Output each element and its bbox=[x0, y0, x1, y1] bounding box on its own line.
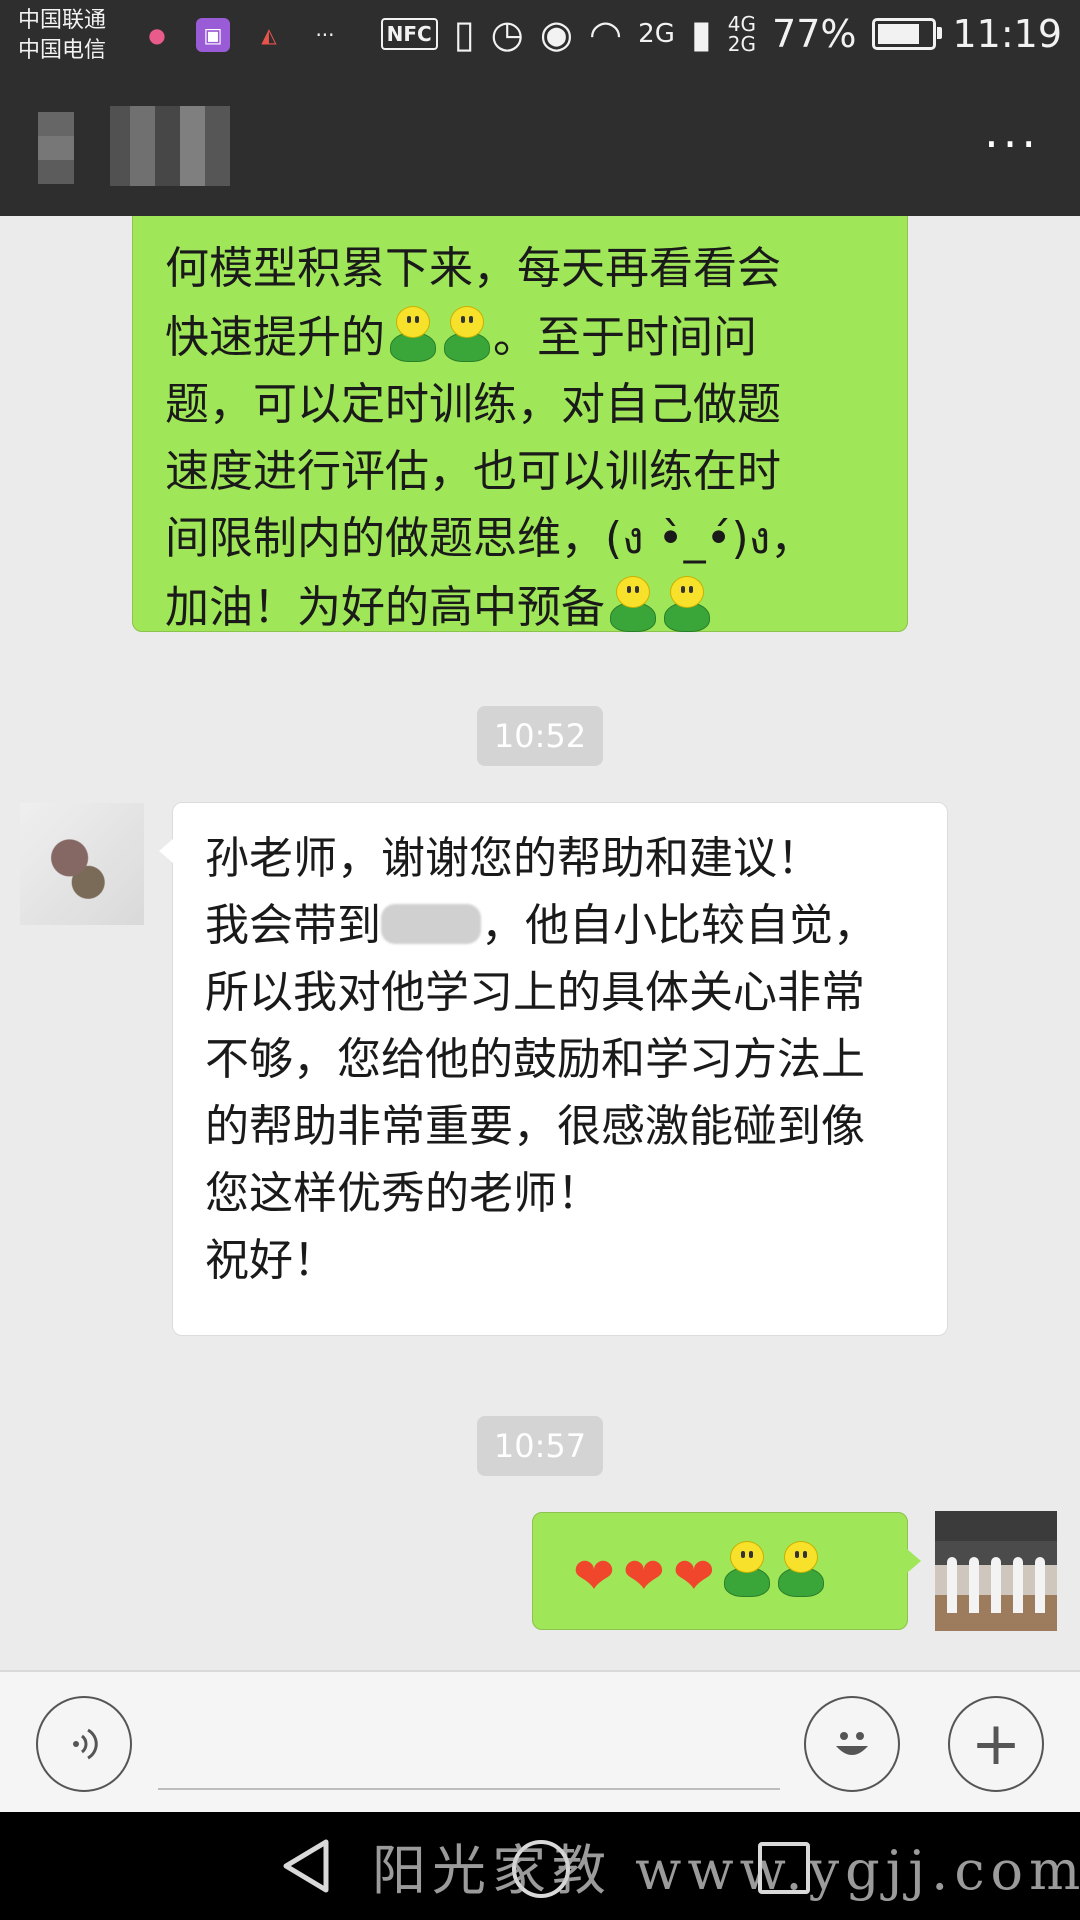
system-indicators: NFC ▯ ◷ ◉ ◠ 2G ▮ 4G 2G 77% 11:19 bbox=[380, 12, 1062, 56]
smiley-sticker-icon bbox=[607, 572, 657, 632]
carrier-2: 中国电信 bbox=[18, 38, 107, 63]
signal-2g-text: 2G bbox=[727, 32, 757, 56]
heart-emoji-icon: ❤ bbox=[622, 1547, 665, 1605]
input-bar: + bbox=[0, 1670, 1080, 1814]
message-line: 孙老师，谢谢您的帮助和建议！ bbox=[205, 833, 821, 884]
vibrate-icon: ▯ bbox=[453, 12, 475, 56]
message-line: 速度进行评估，也可以训练在时 bbox=[165, 446, 781, 497]
contact-avatar[interactable] bbox=[20, 803, 144, 925]
chat-title-bar: ··· bbox=[0, 76, 1080, 216]
battery-icon bbox=[872, 18, 943, 50]
alarm-icon: ◷ bbox=[490, 12, 524, 56]
message-list[interactable]: 何模型积累下来，每天再看看会 快速提升的 。至于时间问 题，可以定时训练，对自己做… bbox=[0, 216, 1080, 1670]
timestamp-chip: 10:52 bbox=[477, 706, 603, 766]
message-text: 快速提升的 bbox=[165, 312, 385, 363]
message-line: 您这样优秀的老师！ bbox=[205, 1168, 601, 1219]
battery-percent: 77% bbox=[772, 12, 857, 56]
message-line: 的帮助非常重要，很感激能碰到像 bbox=[205, 1101, 865, 1152]
system-nav-bar: 阳光家教 www.ygjj.com bbox=[0, 1812, 1080, 1920]
carrier-labels: 中国联通 中国电信 bbox=[18, 6, 106, 66]
message-text: 。至于时间问 bbox=[493, 312, 757, 363]
contact-name-blurred bbox=[110, 106, 230, 186]
smiley-sticker-icon bbox=[721, 1537, 771, 1597]
heart-emoji-icon: ❤ bbox=[672, 1547, 715, 1605]
signal-2g-label: 2G bbox=[638, 19, 675, 49]
signal-4g-label: 4G 2G bbox=[728, 14, 756, 54]
message-line: 加油！为好的高中预备 bbox=[165, 572, 877, 641]
app-notification-icon: ● bbox=[148, 23, 166, 47]
message-text: 加油！为好的高中预备 bbox=[165, 582, 605, 633]
voice-input-button[interactable] bbox=[36, 1696, 132, 1792]
message-line: 何模型积累下来，每天再看看会 bbox=[165, 243, 781, 294]
timestamp-chip: 10:57 bbox=[477, 1416, 603, 1476]
message-line: 所以我对他学习上的具体关心非常 bbox=[205, 967, 865, 1018]
more-notifications-icon: ··· bbox=[315, 23, 335, 47]
back-button[interactable] bbox=[38, 112, 74, 184]
smiley-sticker-icon bbox=[441, 302, 491, 362]
smiley-sticker-icon bbox=[775, 1537, 825, 1597]
my-avatar[interactable] bbox=[935, 1511, 1057, 1631]
eye-comfort-icon: ◉ bbox=[539, 12, 573, 56]
avatar-figure bbox=[1035, 1557, 1045, 1613]
message-line: 祝好！ bbox=[205, 1235, 337, 1286]
message-input[interactable] bbox=[158, 1788, 780, 1790]
status-bar: 中国联通 中国电信 ● ▣ ◭ ··· NFC ▯ ◷ ◉ ◠ 2G ▮ 4G … bbox=[0, 0, 1080, 76]
heart-emoji-icon: ❤ bbox=[573, 1547, 615, 1605]
signal-4g-text: 4G bbox=[727, 12, 757, 36]
emoji-icon bbox=[836, 1732, 868, 1755]
bank-notification-icon: ◭ bbox=[261, 23, 277, 47]
redacted-name bbox=[381, 904, 481, 944]
avatar-figure bbox=[969, 1557, 979, 1613]
avatar-figure bbox=[991, 1557, 1001, 1613]
message-text: 我会带到 bbox=[205, 900, 381, 951]
message-line: 间限制内的做题思维，(ง •̀_•́)ง， bbox=[165, 513, 815, 564]
carrier-1: 中国联通 bbox=[18, 8, 107, 33]
message-line: ❤ ❤ ❤ bbox=[569, 1537, 907, 1610]
message-line: 快速提升的 。至于时间问 bbox=[165, 302, 877, 371]
avatar-figure bbox=[947, 1557, 957, 1613]
smiley-sticker-icon bbox=[387, 302, 437, 362]
voice-icon bbox=[73, 1728, 98, 1760]
wifi-icon: ◠ bbox=[588, 12, 623, 56]
nav-back-icon[interactable] bbox=[280, 1838, 332, 1894]
outgoing-message-bubble[interactable]: ❤ ❤ ❤ bbox=[532, 1512, 921, 1630]
watermark-text: 阳光家教 www.ygjj.com bbox=[372, 1839, 1080, 1902]
avatar-figure bbox=[1013, 1557, 1023, 1613]
nfc-icon: NFC bbox=[380, 18, 438, 50]
incoming-message-bubble[interactable]: 孙老师，谢谢您的帮助和建议！ 我会带到 ，他自小比较自觉， 所以我对他学习上的具体… bbox=[159, 802, 948, 1336]
message-line: 题，可以定时训练，对自己做题 bbox=[165, 379, 781, 430]
notification-icons: ● ▣ ◭ ··· bbox=[140, 18, 342, 52]
signal-bars-icon: ▮ bbox=[690, 12, 712, 56]
clock: 11:19 bbox=[952, 12, 1062, 56]
more-options-button[interactable]: ··· bbox=[984, 121, 1040, 167]
more-functions-button[interactable]: + bbox=[948, 1696, 1044, 1792]
gallery-notification-icon: ▣ bbox=[196, 18, 230, 52]
message-line: 我会带到 ，他自小比较自觉， bbox=[205, 892, 927, 959]
battery-fill bbox=[878, 24, 919, 44]
emoji-button[interactable] bbox=[804, 1696, 900, 1792]
message-line: 不够，您给他的鼓励和学习方法上 bbox=[205, 1034, 865, 1085]
message-text: ，他自小比较自觉， bbox=[481, 900, 877, 951]
smiley-sticker-icon bbox=[661, 572, 711, 632]
outgoing-message-bubble[interactable]: 何模型积累下来，每天再看看会 快速提升的 。至于时间问 题，可以定时训练，对自己做… bbox=[132, 216, 908, 633]
